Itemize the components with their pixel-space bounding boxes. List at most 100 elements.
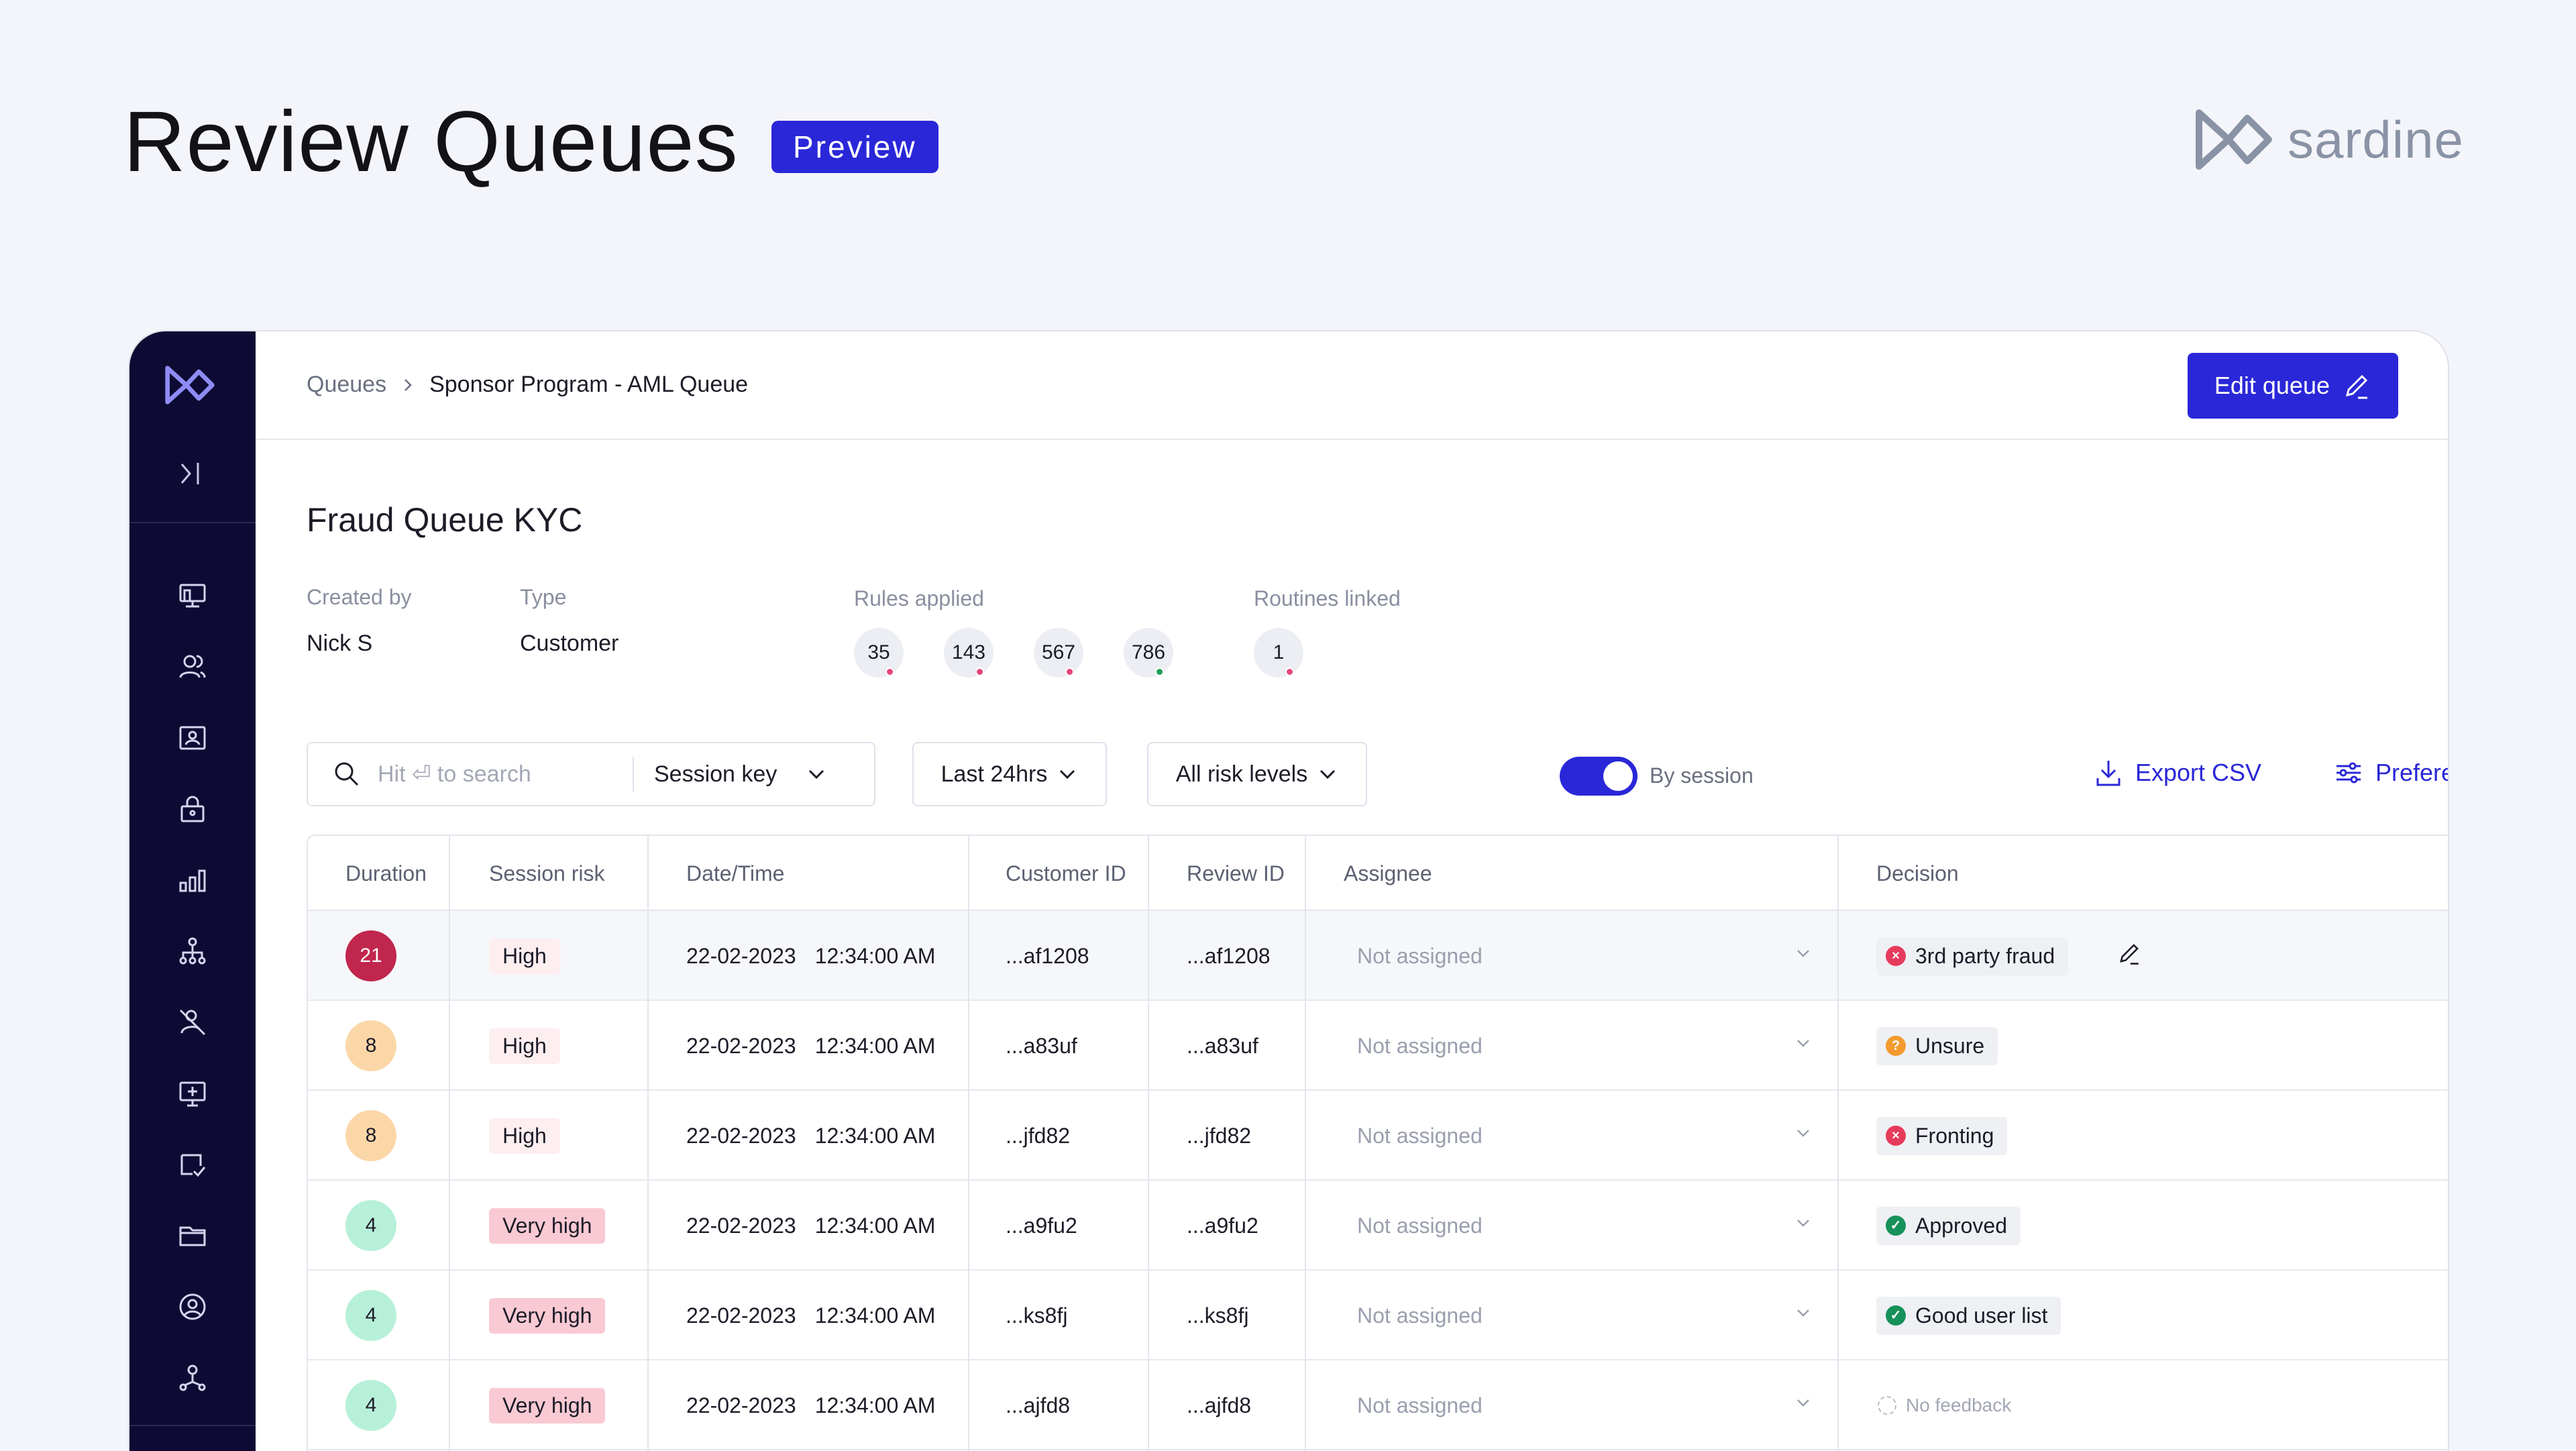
rule-status-dot bbox=[1155, 667, 1164, 676]
preference-label: Preference bbox=[2375, 759, 2448, 786]
app-logo-icon[interactable] bbox=[163, 364, 217, 410]
account-icon[interactable] bbox=[174, 1288, 211, 1326]
breadcrumb-queues-link[interactable]: Queues bbox=[307, 372, 386, 398]
hierarchy-icon[interactable] bbox=[174, 932, 211, 970]
column-session-risk[interactable]: Session risk bbox=[489, 861, 605, 886]
chevron-down-icon[interactable] bbox=[806, 763, 827, 785]
customer-id-cell[interactable]: ...af1208 bbox=[1006, 911, 1089, 1001]
review-id-cell[interactable]: ...ks8fj bbox=[1187, 1271, 1248, 1360]
decision-cell: ? Unsure bbox=[1876, 1001, 1998, 1091]
column-duration[interactable]: Duration bbox=[345, 861, 427, 886]
by-session-toggle[interactable] bbox=[1560, 757, 1638, 796]
users-icon[interactable] bbox=[174, 648, 211, 686]
rule-id: 567 bbox=[1041, 641, 1076, 663]
column-decision[interactable]: Decision bbox=[1876, 861, 1959, 886]
assignee-value: Not assigned bbox=[1357, 943, 1483, 968]
date-time-cell: 22-02-2023 12:34:00 AM bbox=[686, 1360, 935, 1450]
expand-sidebar-icon[interactable] bbox=[176, 459, 206, 492]
bank-lock-icon[interactable] bbox=[174, 790, 211, 828]
rule-chip[interactable]: 35 bbox=[854, 628, 904, 678]
rule-chip[interactable]: 786 bbox=[1124, 628, 1173, 678]
routines-linked-label: Routines linked bbox=[1254, 586, 1401, 610]
edit-queue-button[interactable]: Edit queue bbox=[2187, 353, 2398, 419]
time-range-dropdown[interactable]: Last 24hrs bbox=[912, 742, 1107, 806]
download-icon bbox=[2096, 761, 2121, 786]
routine-chip[interactable]: 1 bbox=[1254, 628, 1303, 678]
search-input[interactable]: Hit ⏎ to search bbox=[378, 761, 633, 788]
table-header: Duration Session risk Date/Time Customer… bbox=[308, 836, 2448, 911]
customer-id-cell[interactable]: ...ajfd8 bbox=[1006, 1360, 1070, 1450]
sliders-icon bbox=[2337, 762, 2361, 784]
review-check-icon[interactable] bbox=[174, 1146, 211, 1183]
review-id-cell[interactable]: ...a9fu2 bbox=[1187, 1181, 1258, 1271]
rule-chip[interactable]: 143 bbox=[944, 628, 994, 678]
decision-tag[interactable]: × Fronting bbox=[1876, 1116, 2008, 1155]
edit-decision-icon[interactable] bbox=[2116, 941, 2142, 971]
time-value: 12:34:00 AM bbox=[814, 1033, 936, 1058]
network-icon[interactable] bbox=[174, 1359, 211, 1397]
table-row[interactable]: 4 Very high 22-02-2023 12:34:00 AM ...ks8fj.… bbox=[308, 1271, 2448, 1360]
search-key-select[interactable]: Session key bbox=[654, 761, 806, 788]
routine-status-dot bbox=[1285, 667, 1294, 676]
review-id-cell[interactable]: ...ajfd8 bbox=[1187, 1360, 1251, 1450]
main-content: Queues Sponsor Program - AML Queue Edit … bbox=[256, 331, 2448, 1451]
assignee-select[interactable]: Not assigned bbox=[1357, 1181, 1813, 1271]
user-block-icon[interactable] bbox=[174, 1004, 211, 1041]
table-row[interactable]: 8 High 22-02-2023 12:34:00 AM ...jfd82 ...jfd… bbox=[308, 1091, 2448, 1181]
review-id-cell[interactable]: ...a83uf bbox=[1187, 1001, 1258, 1091]
sidebar bbox=[129, 331, 256, 1451]
assignee-select[interactable]: Not assigned bbox=[1357, 1360, 1813, 1450]
by-session-label: By session bbox=[1650, 763, 1754, 788]
session-risk-cell: Very high bbox=[489, 1271, 606, 1360]
column-assignee[interactable]: Assignee bbox=[1344, 861, 1432, 886]
assignee-select[interactable]: Not assigned bbox=[1357, 1001, 1813, 1091]
assignee-select[interactable]: Not assigned bbox=[1357, 911, 1813, 1001]
monitor-add-icon[interactable] bbox=[174, 1075, 211, 1112]
column-customer-id[interactable]: Customer ID bbox=[1006, 861, 1126, 886]
preview-badge: Preview bbox=[771, 121, 938, 173]
risk-badge: Very high bbox=[489, 1207, 606, 1244]
assignee-value: Not assigned bbox=[1357, 1213, 1483, 1238]
time-value: 12:34:00 AM bbox=[814, 943, 936, 968]
chevron-down-icon bbox=[1793, 1033, 1813, 1059]
duration-cell: 8 bbox=[345, 1001, 396, 1091]
approved-status-icon: ✓ bbox=[1886, 1216, 1906, 1236]
decision-tag[interactable]: ✓ Good user list bbox=[1876, 1296, 2061, 1335]
approved-status-icon: ✓ bbox=[1886, 1305, 1906, 1326]
review-id-cell[interactable]: ...jfd82 bbox=[1187, 1091, 1251, 1181]
session-risk-cell: High bbox=[489, 1091, 560, 1181]
table-row[interactable]: 4 Very high 22-02-2023 12:34:00 AM ...ajfd8.… bbox=[308, 1360, 2448, 1450]
analytics-icon[interactable] bbox=[174, 861, 211, 899]
decision-tag[interactable]: ? Unsure bbox=[1876, 1026, 1998, 1065]
rule-id: 143 bbox=[951, 641, 986, 663]
dashboard-icon[interactable] bbox=[174, 577, 211, 614]
customer-id-cell[interactable]: ...a83uf bbox=[1006, 1001, 1077, 1091]
risk-level-dropdown[interactable]: All risk levels bbox=[1147, 742, 1367, 806]
decision-cell: ✓ Approved bbox=[1876, 1181, 2021, 1271]
rule-chip[interactable]: 567 bbox=[1034, 628, 1083, 678]
customer-id-cell[interactable]: ...jfd82 bbox=[1006, 1091, 1070, 1181]
table-row[interactable]: 4 Very high 22-02-2023 12:34:00 AM ...a9fu2.… bbox=[308, 1181, 2448, 1271]
table-row[interactable]: 8 High 22-02-2023 12:34:00 AM ...a83uf ...a83… bbox=[308, 1001, 2448, 1091]
table-row[interactable]: 21 High 22-02-2023 12:34:00 AM ...af1208 ...a… bbox=[308, 911, 2448, 1001]
search-box: Hit ⏎ to search Session key bbox=[307, 742, 875, 806]
assignee-select[interactable]: Not assigned bbox=[1357, 1091, 1813, 1181]
assignee-select[interactable]: Not assigned bbox=[1357, 1271, 1813, 1360]
column-date-time[interactable]: Date/Time bbox=[686, 861, 784, 886]
folder-icon[interactable] bbox=[174, 1217, 211, 1254]
review-id-cell[interactable]: ...af1208 bbox=[1187, 911, 1271, 1001]
duration-cell: 21 bbox=[345, 911, 396, 1001]
duration-cell: 4 bbox=[345, 1181, 396, 1271]
search-icon bbox=[335, 762, 359, 786]
customer-id-cell[interactable]: ...ks8fj bbox=[1006, 1271, 1067, 1360]
risk-badge: Very high bbox=[489, 1387, 606, 1423]
decision-tag[interactable]: ✓ Approved bbox=[1876, 1206, 2021, 1245]
decision-tag[interactable]: No feedback bbox=[1876, 1388, 2025, 1423]
time-value: 12:34:00 AM bbox=[814, 1303, 936, 1328]
column-review-id[interactable]: Review ID bbox=[1187, 861, 1285, 886]
customer-id-cell[interactable]: ...a9fu2 bbox=[1006, 1181, 1077, 1271]
decision-tag[interactable]: × 3rd party fraud bbox=[1876, 936, 2069, 975]
export-csv-button[interactable]: Export CSV bbox=[2094, 758, 2261, 788]
id-card-icon[interactable] bbox=[174, 719, 211, 757]
preference-button[interactable]: Preference bbox=[2334, 758, 2448, 788]
